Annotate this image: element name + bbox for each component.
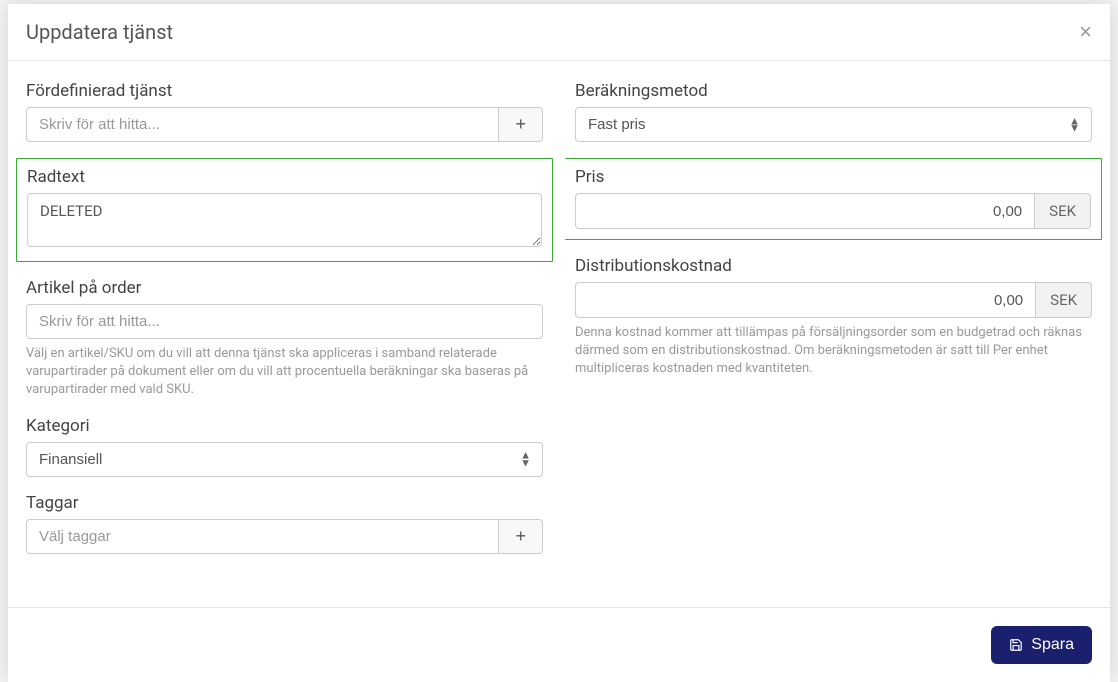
predefined-service-input[interactable]: [26, 107, 498, 142]
save-icon: [1009, 638, 1023, 652]
price-highlight: Pris SEK: [565, 158, 1102, 240]
predefined-service-label: Fördefinierad tjänst: [26, 81, 543, 101]
modal-body: Fördefinierad tjänst + Radtext DELETED A…: [8, 61, 1110, 607]
distribution-input[interactable]: [575, 282, 1035, 318]
article-label: Artikel på order: [26, 278, 543, 298]
add-predefined-button[interactable]: +: [498, 107, 543, 142]
update-service-modal: Uppdatera tjänst × Fördefinierad tjänst …: [8, 4, 1110, 682]
tags-input[interactable]: [26, 519, 498, 554]
tags-label: Taggar: [26, 493, 543, 513]
distribution-help: Denna kostnad kommer att tillämpas på fö…: [575, 324, 1092, 379]
modal-footer: Spara: [8, 607, 1110, 682]
right-column: Beräkningsmetod Fast pris ▲▼ Pris SEK Di…: [565, 81, 1102, 587]
row-text-highlight: Radtext DELETED: [16, 158, 553, 262]
category-label: Kategori: [26, 416, 543, 436]
distribution-group: Distributionskostnad SEK Denna kostnad k…: [565, 256, 1102, 379]
add-tag-button[interactable]: +: [498, 519, 543, 554]
modal-header: Uppdatera tjänst ×: [8, 4, 1110, 61]
category-group: Kategori Finansiell ▲▼: [16, 416, 553, 477]
row-text-textarea[interactable]: DELETED: [27, 193, 542, 247]
tags-group: Taggar +: [16, 493, 553, 554]
price-currency: SEK: [1034, 193, 1091, 229]
price-label: Pris: [575, 167, 1091, 187]
close-icon[interactable]: ×: [1079, 21, 1092, 43]
category-select[interactable]: Finansiell: [26, 442, 543, 477]
predefined-service-group: Fördefinierad tjänst +: [16, 81, 553, 142]
distribution-currency: SEK: [1035, 282, 1092, 318]
distribution-label: Distributionskostnad: [575, 256, 1092, 276]
modal-title: Uppdatera tjänst: [26, 20, 173, 44]
left-column: Fördefinierad tjänst + Radtext DELETED A…: [16, 81, 553, 587]
save-label: Spara: [1031, 636, 1074, 654]
save-button[interactable]: Spara: [991, 626, 1092, 664]
calc-method-label: Beräkningsmetod: [575, 81, 1092, 101]
calc-method-group: Beräkningsmetod Fast pris ▲▼: [565, 81, 1102, 142]
article-help: Välj en artikel/SKU om du vill att denna…: [26, 345, 543, 400]
calc-method-select[interactable]: Fast pris: [575, 107, 1092, 142]
price-input[interactable]: [575, 193, 1034, 229]
article-input[interactable]: [26, 304, 543, 339]
row-text-label: Radtext: [27, 167, 542, 187]
article-group: Artikel på order Välj en artikel/SKU om …: [16, 278, 553, 400]
